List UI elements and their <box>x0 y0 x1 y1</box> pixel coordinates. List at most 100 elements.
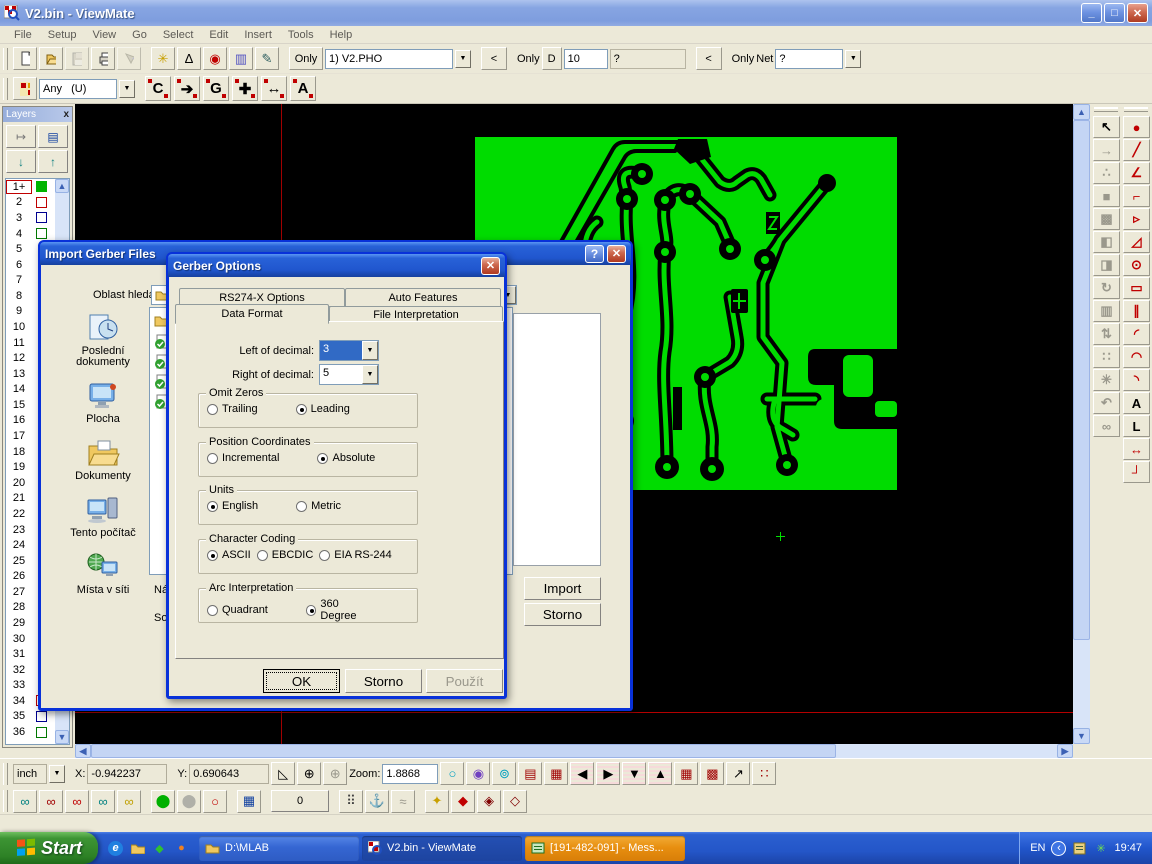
radio-leading[interactable]: Leading <box>296 403 350 415</box>
layer-swatch[interactable] <box>36 228 47 239</box>
import-button[interactable]: Import <box>524 577 601 600</box>
canvas-hscrollbar[interactable]: ◀ ▶ <box>75 744 1073 758</box>
dialog-help-button[interactable]: ? <box>585 245 604 263</box>
view-trace-button[interactable]: ∞ <box>91 790 115 813</box>
view-flash-button[interactable]: ∞ <box>65 790 89 813</box>
grid-film-button[interactable]: ▤ <box>518 762 542 785</box>
flash-s-button[interactable]: ◈ <box>477 790 501 813</box>
menu-tools[interactable]: Tools <box>280 28 322 42</box>
menu-setup[interactable]: Setup <box>40 28 85 42</box>
rectangle-tool[interactable]: ▭ <box>1123 277 1150 299</box>
right-of-decimal-combo[interactable]: 5 ▼ <box>319 364 379 385</box>
parallel-lines-tool[interactable]: ∥ <box>1123 300 1150 322</box>
zoom-in-button[interactable]: ○ <box>440 762 464 785</box>
goto-layer-button[interactable]: ↦ <box>6 125 36 148</box>
unit-combo-arrow-icon[interactable]: ▼ <box>49 765 65 783</box>
layer-table-button[interactable]: ▤ <box>38 125 68 148</box>
anchor-button[interactable]: ⚓ <box>365 790 389 813</box>
dcode-query-field[interactable]: ? <box>610 49 686 69</box>
radio-ebcdic[interactable]: EBCDIC <box>257 549 314 561</box>
view-lines-button[interactable]: ∞ <box>39 790 63 813</box>
origin-target-button[interactable]: ⊕ <box>297 762 321 785</box>
layer-swatch[interactable] <box>36 711 47 722</box>
grid-remove-button[interactable]: ▩ <box>700 762 724 785</box>
hscroll-thumb[interactable] <box>91 744 836 758</box>
menu-edit[interactable]: Edit <box>201 28 236 42</box>
text-tool[interactable]: A <box>1123 392 1150 414</box>
layer-combo-arrow-icon[interactable]: ▼ <box>455 50 471 68</box>
palette-handle[interactable] <box>1094 107 1118 112</box>
view-sketch-button[interactable]: ∞ <box>117 790 141 813</box>
new-file-button[interactable] <box>13 47 37 70</box>
status2-handle[interactable] <box>3 790 8 812</box>
measure-diagonal-button[interactable]: ↗ <box>726 762 750 785</box>
arc-tool[interactable]: ◠ <box>1123 346 1150 368</box>
lamp-on-button[interactable]: ⬤ <box>151 790 175 813</box>
flash-diamond-button[interactable]: ◇ <box>503 790 527 813</box>
gerber-dialog-close-button[interactable]: ✕ <box>481 257 500 275</box>
layer-swatch[interactable] <box>36 181 47 192</box>
menu-select[interactable]: Select <box>155 28 202 42</box>
radio-ascii[interactable]: ASCII <box>207 549 251 561</box>
dot-grid-button[interactable]: ⠿ <box>339 790 363 813</box>
scroll-right-icon[interactable]: ▶ <box>1057 744 1073 758</box>
grid-button[interactable]: ▦ <box>544 762 568 785</box>
highlight-c-button[interactable]: C <box>145 76 171 101</box>
open-contour-tool[interactable]: ▹ <box>1123 208 1150 230</box>
menu-view[interactable]: View <box>84 28 124 42</box>
menu-help[interactable]: Help <box>322 28 361 42</box>
aperture-view-button[interactable]: ∆ <box>177 47 201 70</box>
left-decimal-arrow-icon[interactable]: ▼ <box>362 341 378 360</box>
highlight-pads-button[interactable]: ↔ <box>261 76 287 101</box>
pan-down-button[interactable]: ▼ <box>622 762 646 785</box>
app-launch-icon[interactable]: ◆ <box>152 841 167 856</box>
close-button[interactable]: ✕ <box>1127 3 1148 23</box>
corner-line-tool[interactable]: ∠ <box>1123 162 1150 184</box>
layer-swatch[interactable] <box>36 197 47 208</box>
filter-combo[interactable]: Any (U) <box>39 79 117 99</box>
pad-view-button[interactable]: ◉ <box>203 47 227 70</box>
select-tool[interactable]: ↖ <box>1093 116 1120 138</box>
select-region-button[interactable]: ∷ <box>752 762 776 785</box>
scroll-down-icon[interactable]: ▼ <box>1073 728 1090 744</box>
place-network[interactable]: Místa v síti <box>77 552 130 596</box>
canvas-vscrollbar[interactable]: ▲ ▼ <box>1073 104 1090 744</box>
layer-swatch[interactable] <box>36 212 47 223</box>
status1-handle[interactable] <box>3 763 8 785</box>
left-of-decimal-combo[interactable]: 3 ▼ <box>319 340 379 361</box>
place-computer[interactable]: Tento počítač <box>70 495 135 539</box>
lamp-outline-button[interactable]: ○ <box>203 790 227 813</box>
task-message[interactable]: [191-482-091] - Mess... <box>525 836 685 861</box>
unit-combo[interactable]: inch <box>13 764 47 784</box>
zoom-window-button[interactable]: ⊚ <box>492 762 516 785</box>
pad-tool[interactable]: ● <box>1123 116 1150 138</box>
menu-insert[interactable]: Insert <box>236 28 280 42</box>
start-button[interactable]: Start <box>0 832 98 864</box>
only-layer-button[interactable]: Only <box>289 47 323 70</box>
pattern-button[interactable] <box>13 77 37 100</box>
tab-auto-features[interactable]: Auto Features <box>345 288 501 307</box>
layer-up-button[interactable]: ↑ <box>38 150 68 173</box>
tray-chevron-icon[interactable]: ‹ <box>1051 841 1066 856</box>
radio-trailing[interactable]: Trailing <box>207 403 258 415</box>
place-desktop[interactable]: Plocha <box>86 381 120 425</box>
protractor-button[interactable]: ◺ <box>271 762 295 785</box>
import-cancel-button[interactable]: Storno <box>524 603 601 626</box>
arc-cw-tool[interactable]: ◝ <box>1123 369 1150 391</box>
layers-close-icon[interactable]: x <box>63 109 69 120</box>
pan-left-button[interactable]: ◀ <box>570 762 594 785</box>
layer-swatch[interactable] <box>36 727 47 738</box>
toolbar-handle[interactable] <box>3 48 8 70</box>
toolbar2-handle[interactable] <box>3 78 8 100</box>
layers-panel-titlebar[interactable]: Layers x <box>3 107 72 122</box>
dcode-button[interactable]: D <box>542 47 562 70</box>
palette-handle[interactable] <box>1124 107 1148 112</box>
line-tool[interactable]: ╱ <box>1123 139 1150 161</box>
snap-path-button[interactable]: ≈ <box>391 790 415 813</box>
radio-eia-rs-244[interactable]: EIA RS-244 <box>319 549 391 561</box>
radio-absolute[interactable]: Absolute <box>317 452 375 464</box>
view-pads-button[interactable]: ∞ <box>13 790 37 813</box>
layer-combo[interactable]: 1) V2.PHO <box>325 49 453 69</box>
arc-ccw-tool[interactable]: ◜ <box>1123 323 1150 345</box>
gerber-cancel-button[interactable]: Storno <box>345 669 422 693</box>
